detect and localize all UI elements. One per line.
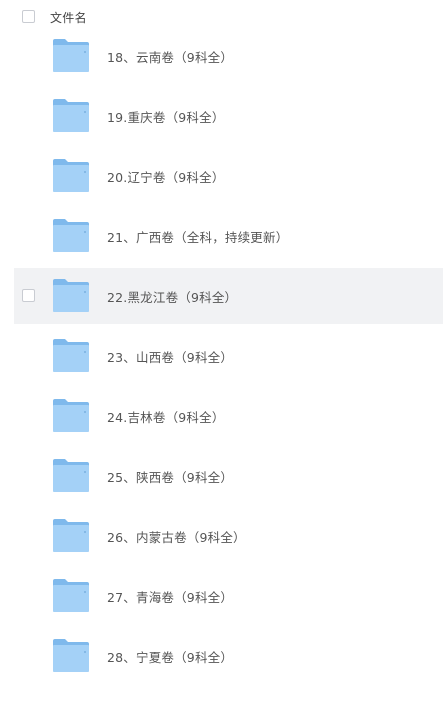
folder-icon xyxy=(52,277,90,313)
file-row[interactable]: 22.黑龙江卷（9科全） xyxy=(14,268,443,324)
file-row[interactable]: 25、陕西卷（9科全） xyxy=(14,448,443,504)
folder-icon xyxy=(52,637,90,673)
folder-icon xyxy=(52,157,90,193)
file-name[interactable]: 22.黑龙江卷（9科全） xyxy=(107,287,237,306)
file-row[interactable]: 24.吉林卷（9科全） xyxy=(14,388,443,444)
folder-icon xyxy=(52,577,90,613)
folder-icon xyxy=(52,457,90,493)
file-list: 17、18、云南卷（9科全）19.重庆卷（9科全）20.辽宁卷（9科全）21、广… xyxy=(0,0,443,716)
file-row[interactable]: 23、山西卷（9科全） xyxy=(14,328,443,384)
folder-icon xyxy=(52,337,90,373)
column-header-filename[interactable]: 文件名 xyxy=(50,9,87,26)
file-name[interactable]: 28、宁夏卷（9科全） xyxy=(107,647,233,666)
folder-icon xyxy=(52,397,90,433)
file-name[interactable]: 25、陕西卷（9科全） xyxy=(107,467,233,486)
file-name[interactable]: 20.辽宁卷（9科全） xyxy=(107,167,225,186)
file-name[interactable]: 21、广西卷（全科，持续更新） xyxy=(107,227,288,246)
file-name[interactable]: 27、青海卷（9科全） xyxy=(107,587,233,606)
file-row[interactable]: 27、青海卷（9科全） xyxy=(14,568,443,624)
folder-icon xyxy=(52,37,90,73)
file-row[interactable]: 21、广西卷（全科，持续更新） xyxy=(14,208,443,264)
file-name[interactable]: 19.重庆卷（9科全） xyxy=(107,107,225,126)
row-checkbox[interactable] xyxy=(22,289,35,302)
file-row[interactable]: 20.辽宁卷（9科全） xyxy=(14,148,443,204)
file-row[interactable]: 19.重庆卷（9科全） xyxy=(14,88,443,144)
file-name[interactable]: 26、内蒙古卷（9科全） xyxy=(107,527,246,546)
folder-icon xyxy=(52,517,90,553)
select-all-checkbox[interactable] xyxy=(22,10,35,23)
file-name[interactable]: 23、山西卷（9科全） xyxy=(107,347,233,366)
file-name[interactable]: 18、云南卷（9科全） xyxy=(107,47,233,66)
file-row[interactable]: 26、内蒙古卷（9科全） xyxy=(14,508,443,564)
file-row[interactable]: 28、宁夏卷（9科全） xyxy=(14,628,443,684)
file-row[interactable]: 18、云南卷（9科全） xyxy=(14,28,443,84)
file-name[interactable]: 24.吉林卷（9科全） xyxy=(107,407,225,426)
list-header: 文件名 xyxy=(0,0,443,34)
folder-icon xyxy=(52,97,90,133)
folder-icon xyxy=(52,217,90,253)
